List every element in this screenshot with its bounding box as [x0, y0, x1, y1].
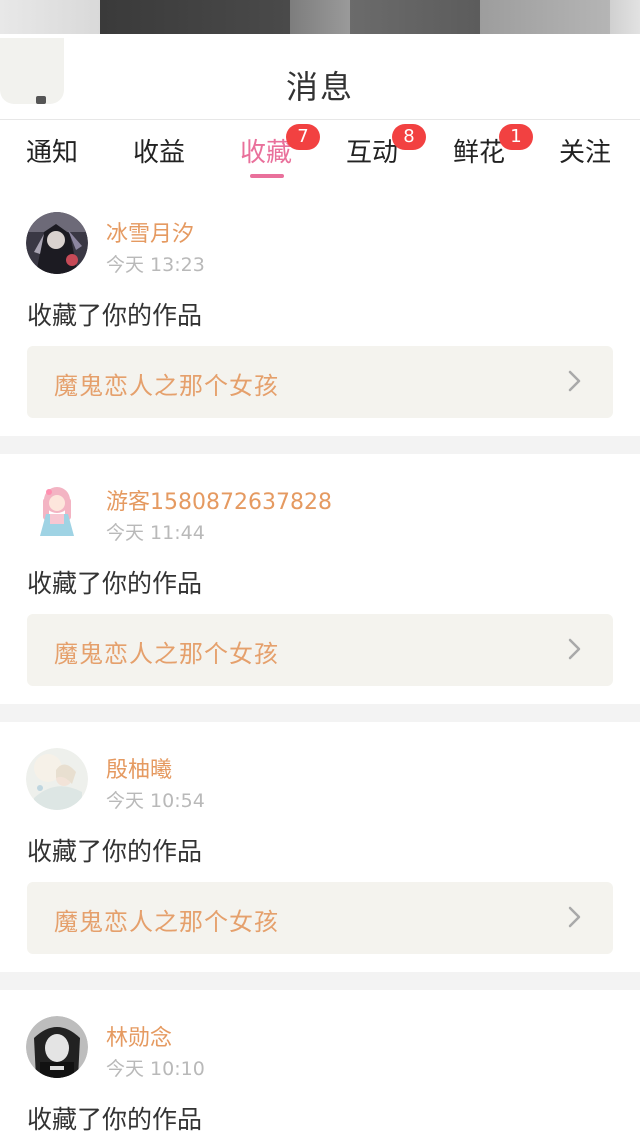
avatar-light-anime-icon [26, 748, 88, 810]
avatar-pink-girl-icon [26, 480, 88, 542]
status-bar [0, 0, 640, 34]
action-text: 收藏了你的作品 [27, 301, 203, 330]
page-title: 消息 [285, 68, 354, 106]
action-text: 收藏了你的作品 [27, 569, 203, 598]
tab-label: 关注 [559, 138, 612, 168]
unread-badge: 8 [392, 124, 426, 150]
username[interactable]: 殷柚曦 [106, 752, 172, 784]
card-separator [0, 704, 640, 722]
card-separator [0, 436, 640, 454]
avatar[interactable] [26, 480, 88, 542]
avatar[interactable] [26, 748, 88, 810]
message-card: 林勋念 今天 10:10 收藏了你的作品 [0, 990, 640, 1138]
tab-label: 互动 [346, 138, 399, 168]
tab-notifications[interactable]: 通知 [26, 132, 78, 169]
chevron-right-icon [568, 638, 581, 660]
chevron-right-icon [568, 906, 581, 928]
avatar-black-white-photo-icon [26, 1016, 88, 1078]
avatar[interactable] [26, 1016, 88, 1078]
tab-earnings[interactable]: 收益 [133, 132, 185, 169]
work-link[interactable]: 魔鬼恋人之那个女孩 [27, 882, 613, 954]
avatar[interactable] [26, 212, 88, 274]
timestamp: 今天 11:44 [106, 522, 205, 544]
work-link[interactable]: 魔鬼恋人之那个女孩 [27, 346, 613, 418]
timestamp: 今天 10:10 [106, 1058, 205, 1080]
tab-label: 鲜花 [453, 138, 506, 168]
message-card: 游客1580872637828 今天 11:44 收藏了你的作品 魔鬼恋人之那个… [0, 454, 640, 704]
message-card: 冰雪月汐 今天 13:23 收藏了你的作品 魔鬼恋人之那个女孩 [0, 186, 640, 436]
tab-bar: 通知 收益 收藏 7 互动 8 鲜花 1 关注 [0, 120, 640, 186]
action-text: 收藏了你的作品 [27, 1105, 203, 1134]
tab-favorites[interactable]: 收藏 7 [240, 124, 320, 169]
action-text: 收藏了你的作品 [27, 837, 203, 866]
tab-following[interactable]: 关注 [559, 132, 611, 169]
avatar-dark-anime-icon [26, 212, 88, 274]
tab-interactions[interactable]: 互动 8 [346, 124, 426, 169]
header: 消息 [0, 34, 640, 120]
active-tab-indicator [250, 174, 284, 178]
username[interactable]: 游客1580872637828 [106, 484, 332, 516]
unread-badge: 1 [499, 124, 533, 150]
chevron-right-icon [568, 370, 581, 392]
tab-label: 通知 [26, 138, 79, 168]
unread-badge: 7 [286, 124, 320, 150]
work-link[interactable]: 魔鬼恋人之那个女孩 [27, 614, 613, 686]
tab-flowers[interactable]: 鲜花 1 [453, 124, 533, 169]
username[interactable]: 林勋念 [106, 1020, 172, 1052]
work-title: 魔鬼恋人之那个女孩 [54, 640, 279, 668]
tab-label: 收益 [133, 138, 186, 168]
tab-label: 收藏 [240, 138, 293, 168]
message-card: 殷柚曦 今天 10:54 收藏了你的作品 魔鬼恋人之那个女孩 [0, 722, 640, 972]
work-title: 魔鬼恋人之那个女孩 [54, 908, 279, 936]
work-title: 魔鬼恋人之那个女孩 [54, 372, 279, 400]
timestamp: 今天 13:23 [106, 254, 205, 276]
username[interactable]: 冰雪月汐 [106, 216, 194, 248]
timestamp: 今天 10:54 [106, 790, 205, 812]
card-separator [0, 972, 640, 990]
